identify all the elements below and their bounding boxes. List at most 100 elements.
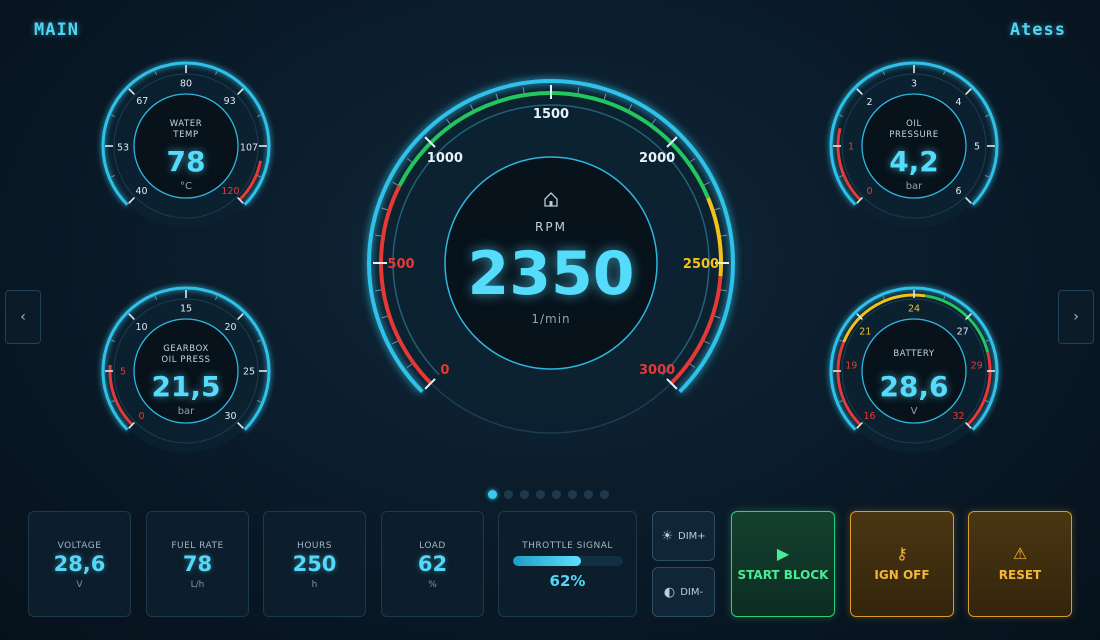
water-temp-title: WATER: [170, 119, 203, 129]
warning-icon: ⚠: [1012, 544, 1028, 563]
rpm-tick: [714, 207, 721, 211]
rpm-tick: [603, 93, 607, 100]
fuel-rate-label: FUEL RATE: [171, 541, 224, 551]
oil-pressure-tick-label: 4: [955, 97, 961, 108]
oil-pressure-tick-label: 5: [974, 142, 980, 153]
oil-pressure-value: 4,2: [889, 145, 939, 178]
oil-pressure-title: OIL: [906, 119, 922, 129]
fuel-rate-card: FUEL RATE 78 L/h: [146, 511, 249, 617]
oil-pressure-unit: bar: [906, 181, 923, 192]
gearbox-oil-press-tick-label: 10: [135, 322, 147, 333]
rpm-gauge: 0 500 1000 1500 2000 2500 3000 RPM 2350 1/min: [367, 79, 735, 434]
page-indicator: [488, 490, 609, 499]
gearbox-oil-press-tick-label: 0: [138, 411, 144, 422]
rpm-tick: [392, 340, 398, 345]
ign-off-label: IGN OFF: [874, 568, 930, 582]
gearbox-oil-press-tick-label: 15: [180, 304, 192, 315]
page-dot[interactable]: [600, 490, 609, 499]
hours-unit: h: [311, 580, 318, 590]
battery-tick-label: 27: [957, 327, 969, 338]
throttle-progress-bar: [513, 556, 623, 566]
water-temp-tick-label: 120: [221, 186, 239, 197]
gearbox-oil-press-tick-label: 20: [224, 322, 236, 333]
hours-card: HOURS 250 h: [263, 511, 366, 617]
page-dot[interactable]: [552, 490, 561, 499]
gearbox-oil-press-unit: bar: [178, 406, 195, 417]
voltage-label: VOLTAGE: [57, 541, 102, 551]
water-temp-tick-label: 40: [135, 186, 147, 197]
page-dot[interactable]: [504, 490, 513, 499]
start-block-button[interactable]: ▶ START BLOCK: [731, 511, 835, 617]
play-icon: ▶: [776, 544, 790, 563]
rpm-tick: [381, 207, 388, 211]
gearbox-oil-press-tick-label: 25: [243, 367, 255, 378]
rpm-tick: [704, 340, 710, 345]
rpm-tick: [577, 87, 580, 94]
voltage-unit: V: [76, 580, 83, 590]
throttle-signal-label: THROTTLE SIGNAL: [522, 541, 613, 551]
rpm-tick: [406, 363, 413, 369]
gearbox-oil-press-tick-label: 5: [120, 367, 126, 378]
dashboard-screen: MAIN Atess 0 500 1000 1500 2000 2500 3000 RPM …: [0, 0, 1100, 640]
page-dot[interactable]: [520, 490, 529, 499]
throttle-signal-value: 62%: [549, 572, 586, 590]
rpm-tick: [406, 157, 413, 163]
page-dot[interactable]: [568, 490, 577, 499]
page-dot[interactable]: [536, 490, 545, 499]
hours-value: 250: [292, 552, 337, 576]
dim-minus-button[interactable]: ◐ DIM-: [652, 567, 715, 617]
load-label: LOAD: [419, 541, 446, 551]
rpm-tick: [392, 181, 398, 186]
oil-pressure-title: PRESSURE: [889, 130, 939, 140]
rpm-tick-label: 2500: [683, 257, 719, 272]
page-dot[interactable]: [488, 490, 497, 499]
rpm-tick: [522, 87, 525, 94]
water-temp-unit: °C: [180, 181, 192, 192]
fuel-rate-unit: L/h: [190, 580, 205, 590]
battery-tick-label: 16: [863, 411, 875, 422]
voltage-card: VOLTAGE 28,6 V: [28, 511, 131, 617]
dim-plus-button[interactable]: ☀ DIM+: [652, 511, 715, 561]
rpm-tick: [628, 104, 633, 110]
sun-icon: ☀: [661, 528, 673, 544]
chevron-left-icon: ‹: [20, 309, 26, 325]
gearbox-oil-press-gauge: 0 5 10 15 20 25 30 GEARBOXOIL PRESS 21,5 bar: [101, 286, 271, 453]
rpm-tick-label: 500: [387, 257, 414, 272]
previous-page-button[interactable]: ‹: [5, 290, 41, 344]
oil-pressure-tick-label: 3: [911, 79, 917, 90]
ign-off-button[interactable]: ⚷ IGN OFF: [850, 511, 954, 617]
rpm-tick: [704, 181, 710, 186]
battery-tick-label: 24: [908, 304, 920, 315]
water-temp-tick-label: 80: [180, 79, 192, 90]
rpm-tick-label: 2000: [639, 151, 675, 166]
hours-label: HOURS: [297, 541, 332, 551]
reset-label: RESET: [998, 568, 1042, 582]
page-dot[interactable]: [584, 490, 593, 499]
gearbox-oil-press-value: 21,5: [151, 370, 220, 403]
rpm-tick: [375, 289, 382, 292]
next-page-button[interactable]: ›: [1058, 290, 1094, 344]
battery-value: 28,6: [879, 370, 948, 403]
load-unit: %: [428, 580, 437, 590]
rpm-tick: [375, 234, 382, 237]
dim-minus-label: DIM-: [680, 586, 704, 598]
oil-pressure-tick-label: 2: [866, 97, 872, 108]
rpm-tick: [720, 234, 727, 237]
chevron-right-icon: ›: [1073, 309, 1079, 325]
battery-tick-label: 19: [845, 360, 857, 371]
oil-pressure-tick-label: 0: [866, 186, 872, 197]
rpm-label: RPM: [535, 220, 567, 234]
dim-plus-label: DIM+: [678, 530, 706, 542]
water-temp-gauge: 40 53 67 80 93 107 120 WATERTEMP 78 °C: [101, 61, 271, 228]
water-temp-tick-label: 53: [117, 143, 129, 154]
rpm-tick-label: 1500: [533, 107, 569, 122]
rpm-tick: [469, 104, 474, 110]
rpm-tick: [495, 93, 499, 100]
battery-tick-label: 32: [952, 411, 964, 422]
oil-pressure-gauge: 0 1 2 3 4 5 6 OILPRESSURE 4,2 bar: [829, 61, 999, 228]
key-icon: ⚷: [896, 544, 908, 563]
rpm-tick: [689, 157, 696, 163]
reset-button[interactable]: ⚠ RESET: [968, 511, 1072, 617]
water-temp-tick-label: 93: [224, 96, 236, 107]
rpm-tick-label: 1000: [427, 151, 463, 166]
